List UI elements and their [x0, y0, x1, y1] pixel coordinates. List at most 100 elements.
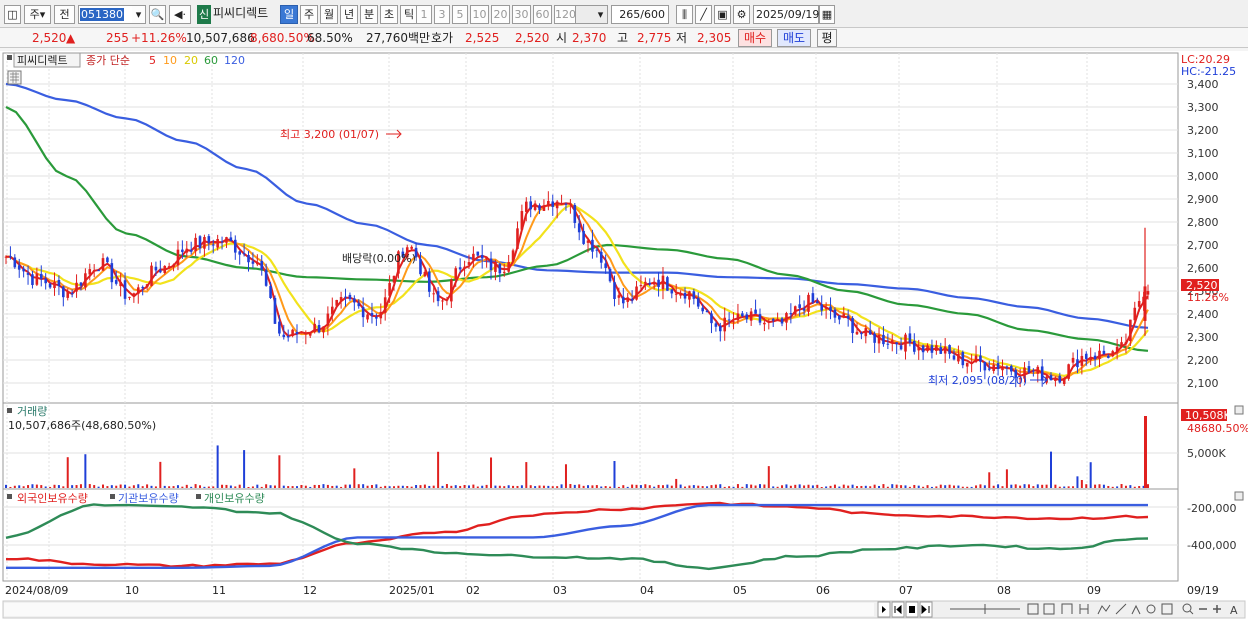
horizontal-scrollbar[interactable] [4, 603, 874, 616]
volume-bar [225, 484, 228, 488]
candle-body [921, 345, 925, 353]
volume-bar [282, 485, 285, 488]
interval-tab[interactable]: 20 [491, 5, 510, 24]
volume-bar [35, 484, 38, 488]
volume-bar [908, 486, 911, 488]
candle-body [159, 270, 162, 273]
candle-body [860, 333, 863, 335]
volume-bar [631, 484, 634, 488]
candle-body [485, 257, 488, 260]
candle-body [833, 309, 837, 318]
interval-tab[interactable]: 10 [470, 5, 489, 24]
candle-body [516, 228, 519, 249]
interval-dropdown-icon[interactable]: ▾ [594, 5, 608, 24]
period-tab[interactable]: 초 [380, 5, 398, 24]
ma-legend-10: 10 [163, 54, 177, 67]
interval-tab[interactable]: 120 [554, 5, 576, 24]
draw-line-icon[interactable]: ╱ [695, 5, 712, 24]
candle-body [573, 204, 577, 223]
calendar-icon[interactable]: ▦ [819, 5, 835, 24]
interval-tab[interactable]: 60 [533, 5, 552, 24]
volume-bar [102, 484, 105, 488]
settings-gear-icon[interactable]: ⚙ [733, 5, 750, 24]
volume-bar [1036, 484, 1039, 488]
volume-bar [419, 485, 422, 488]
volume-bar [194, 484, 197, 488]
volume-bar [472, 484, 475, 488]
legend-foreign: 외국인보유수량 [17, 492, 88, 505]
interval-tab[interactable]: 1 [416, 5, 432, 24]
candle-body [467, 262, 471, 265]
period-tab[interactable]: 년 [340, 5, 358, 24]
volume-panel-close-icon[interactable] [1234, 405, 1244, 415]
candle-body [577, 223, 581, 233]
candle-body [1111, 351, 1115, 357]
prev-button[interactable]: 전 [54, 5, 75, 24]
save-icon[interactable]: ▣ [714, 5, 731, 24]
candle-body [674, 293, 678, 295]
volume-bar [1063, 486, 1066, 488]
interval-tab[interactable]: 3 [434, 5, 450, 24]
volume-bar [926, 485, 929, 488]
candle-body [1146, 291, 1150, 295]
volume-bar [997, 484, 1000, 488]
period-tab[interactable]: 월 [320, 5, 338, 24]
ask-price-1: 2,525 [465, 31, 500, 45]
period-tab[interactable]: 일 [280, 5, 298, 24]
stock-chart-svg[interactable]: 피씨디렉트 종가 단순 5 10 20 60 120 LC:20.29 HC:-… [0, 51, 1248, 621]
candle-body [304, 333, 308, 335]
current-pct-tag: 11.26% [1187, 291, 1229, 304]
sell-button[interactable]: 매도 [777, 29, 811, 47]
volume-bar [229, 485, 232, 488]
volume-bar [397, 485, 400, 488]
volume-bar [22, 486, 25, 488]
candle-body [344, 296, 347, 298]
volume-bar [322, 484, 325, 488]
stock-code-dropdown-icon[interactable]: ▾ [132, 5, 146, 24]
interval-tab[interactable]: 30 [512, 5, 531, 24]
volume-bar [326, 484, 329, 488]
average-button[interactable]: 평 [817, 29, 837, 47]
volume-bar [913, 484, 916, 488]
font-size-icon[interactable]: A [1230, 604, 1238, 617]
legend-marker-icon [7, 55, 12, 60]
calculator-icon[interactable] [7, 70, 22, 85]
volume-bar [410, 486, 413, 488]
period-tab[interactable]: 분 [360, 5, 378, 24]
candle-body [538, 205, 541, 210]
window-menu-icon[interactable]: ◫ [4, 5, 21, 24]
volume-bar [181, 486, 184, 488]
sound-icon[interactable]: ◀· [169, 5, 191, 24]
volume-bar [1058, 486, 1061, 488]
candle-body [648, 282, 652, 285]
candle-body [793, 306, 797, 315]
volume-bar [613, 461, 616, 488]
candle-body [948, 345, 951, 354]
chart-area[interactable]: 피씨디렉트 종가 단순 5 10 20 60 120 LC:20.29 HC:-… [0, 51, 1248, 621]
holding-panel-close-icon[interactable] [1234, 491, 1244, 501]
volume-bar [1138, 486, 1141, 488]
period-type-select[interactable]: 주▾ [24, 5, 51, 24]
candle-body [463, 266, 466, 269]
volume-pct-tag: 48680.50% [1187, 422, 1248, 435]
candle-body [419, 259, 422, 275]
candle-body [829, 306, 832, 311]
display-count-field[interactable]: 265/600 [611, 5, 669, 24]
interval-tab[interactable]: 5 [452, 5, 468, 24]
volume-bar [251, 486, 254, 488]
buy-button[interactable]: 매수 [738, 29, 772, 47]
candle-body [4, 256, 8, 258]
candle-body [454, 268, 458, 279]
high-label: 고 [617, 31, 629, 45]
search-icon[interactable]: 🔍 [149, 5, 166, 24]
y-tick: 2,400 [1187, 308, 1219, 321]
candle-icon[interactable]: ⫼ [676, 5, 693, 24]
high-annotation: 최고 3,200 (01/07) [280, 128, 379, 141]
date-field[interactable]: 2025/09/19 [753, 5, 819, 24]
stop-icon [909, 606, 915, 613]
candle-body [511, 250, 515, 261]
candle-body [520, 211, 524, 230]
candle-body [145, 284, 149, 288]
period-tab[interactable]: 주 [300, 5, 318, 24]
volume-bar [816, 484, 819, 488]
